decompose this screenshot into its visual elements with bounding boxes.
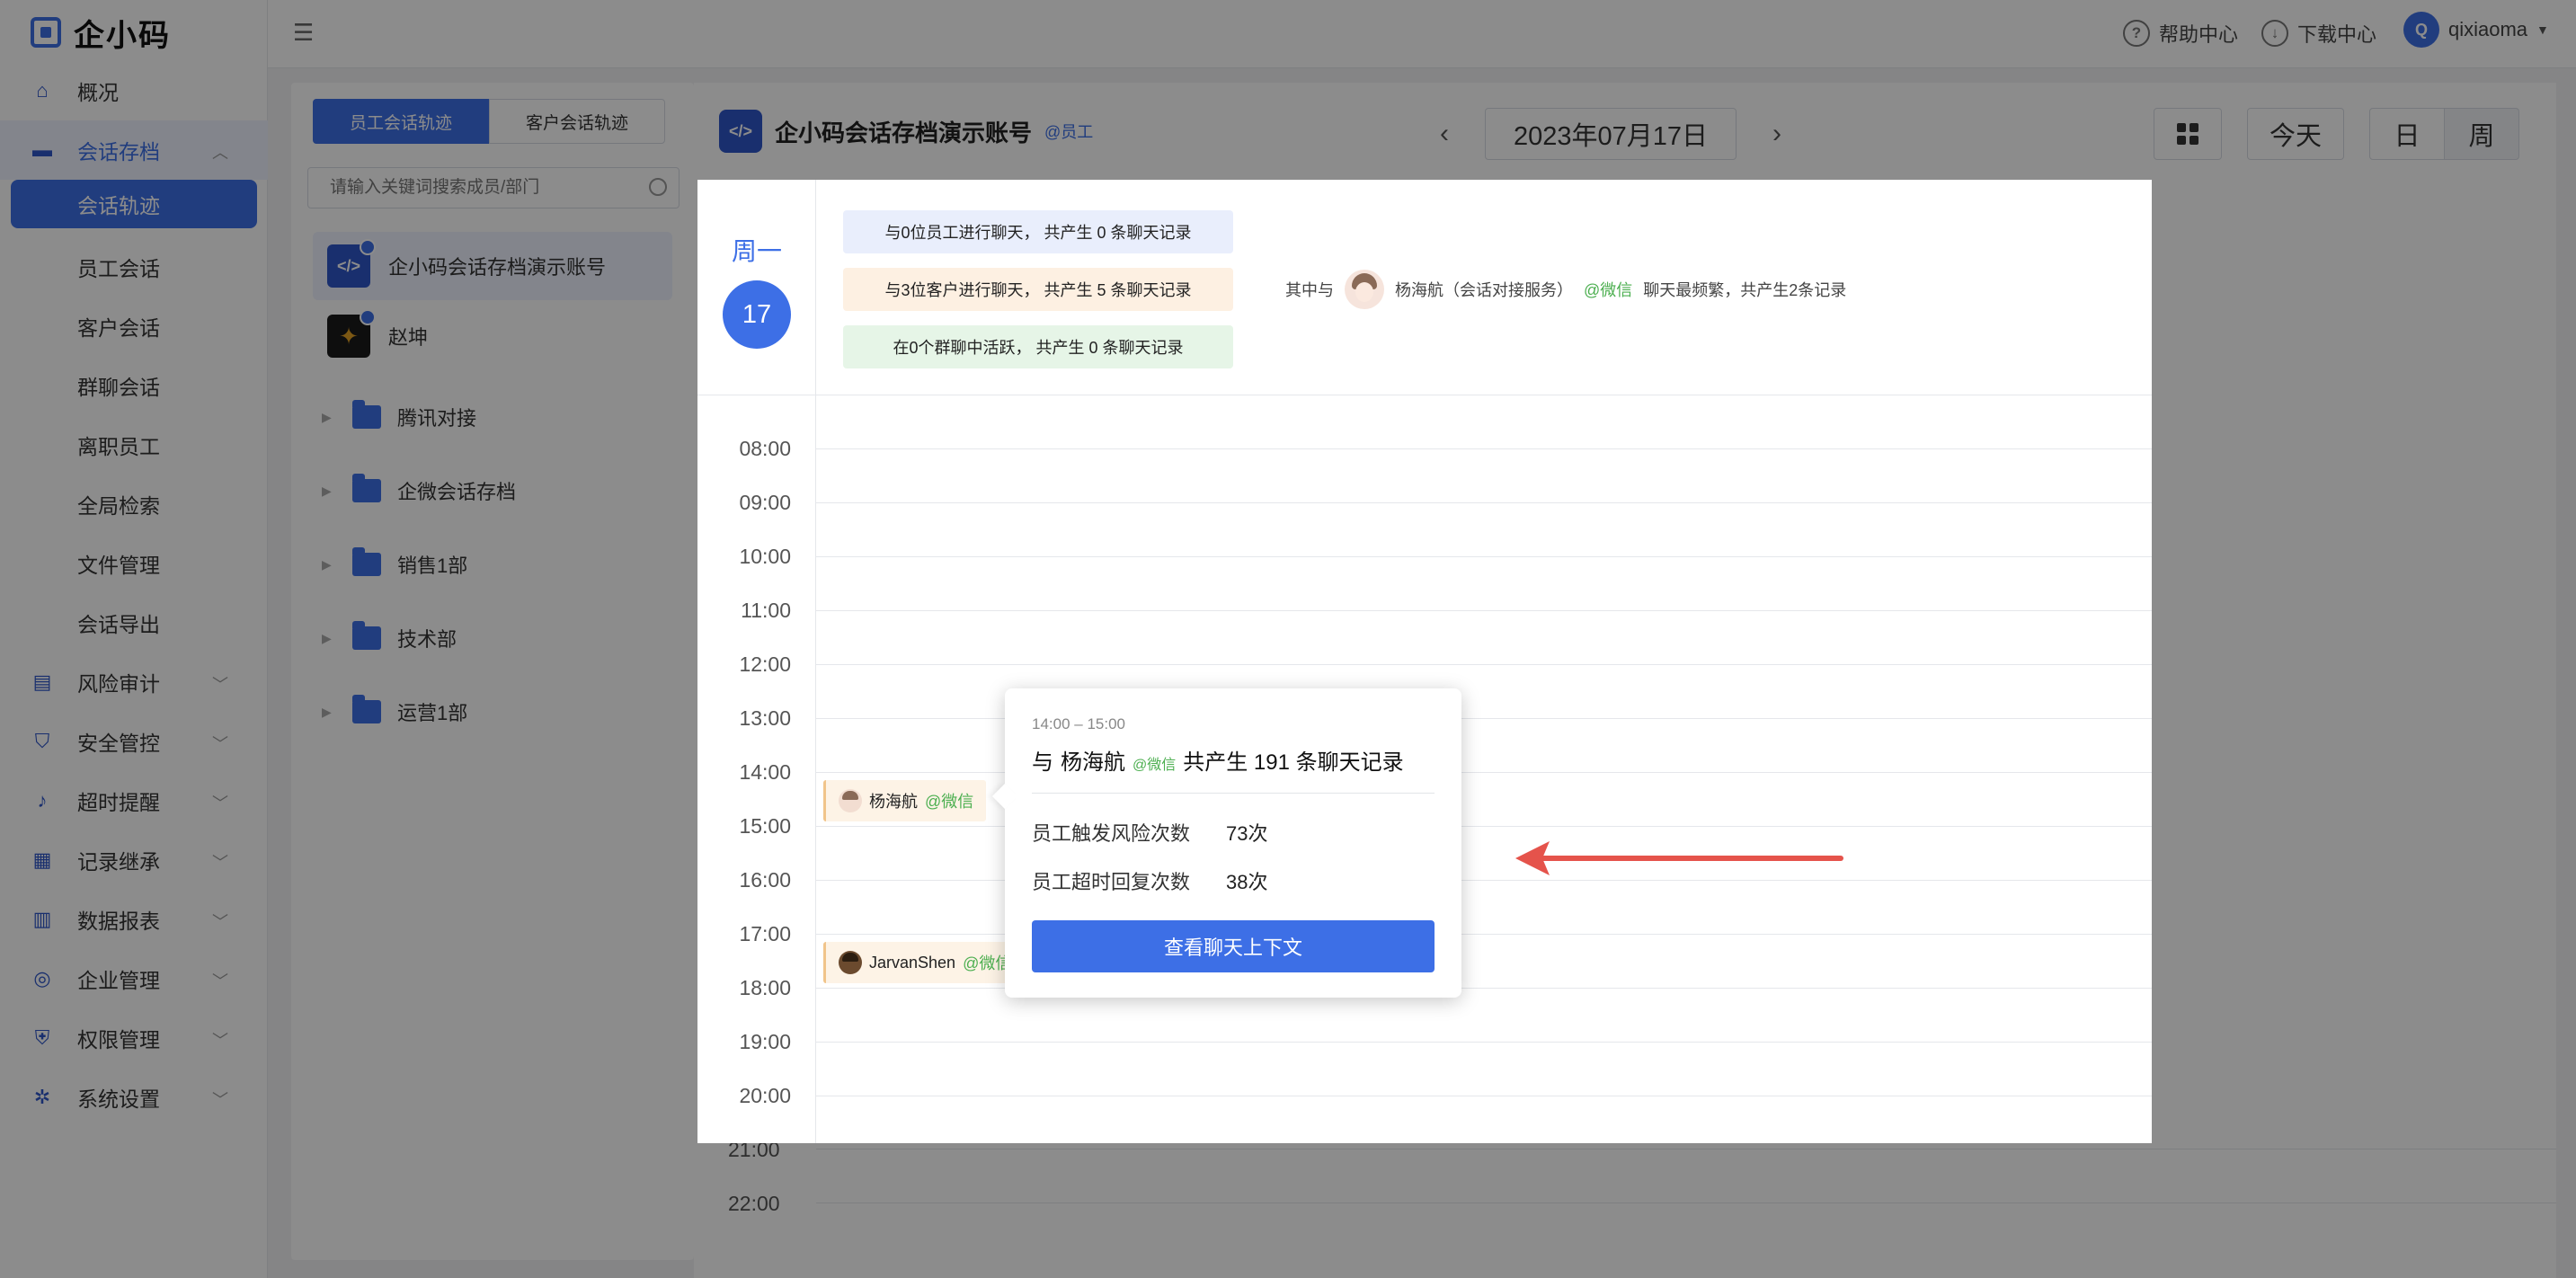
time-label: 19:00 <box>739 1030 791 1053</box>
chat-detail-popover: 14:00 – 15:00 与 杨海航 @微信 共产生 191 条聊天记录 员工… <box>1005 688 1461 998</box>
time-label: 18:00 <box>739 976 791 999</box>
day-number-badge: 17 <box>723 280 791 349</box>
time-label: 12:00 <box>739 652 791 676</box>
wechat-tag: @微信 <box>1133 758 1177 773</box>
popover-title: 与 杨海航 @微信 共产生 191 条聊天记录 <box>1032 744 1404 776</box>
time-label: 09:00 <box>739 491 791 514</box>
day-calendar-card: 周一 17 与0位员工进行聊天， 共产生 0 条聊天记录 与3位客户进行聊天， … <box>697 180 2152 1143</box>
hour-gridline <box>816 610 2152 611</box>
most-frequent-contact: 其中与 杨海航（会话对接服务） @微信 聊天最频繁，共产生2条记录 <box>1285 270 1846 309</box>
time-axis: 08:00 09:00 10:00 11:00 12:00 13:00 14:0… <box>697 395 816 1143</box>
time-label: 10:00 <box>739 545 791 568</box>
day-header: 周一 17 <box>697 180 816 395</box>
time-label: 16:00 <box>739 868 791 892</box>
time-label: 11:00 <box>741 599 791 622</box>
time-label: 14:00 <box>739 760 791 784</box>
time-label: 17:00 <box>739 922 791 945</box>
time-label: 08:00 <box>739 437 791 460</box>
annotation-arrow-icon <box>1515 841 1843 875</box>
time-label: 13:00 <box>739 706 791 730</box>
employee-chat-summary: 与0位员工进行聊天， 共产生 0 条聊天记录 <box>843 210 1233 253</box>
weekday-label: 周一 <box>731 237 782 265</box>
risk-trigger-stat: 员工触发风险次数 73次 <box>1032 822 1268 845</box>
contact-avatar <box>839 789 862 812</box>
contact-name: 杨海航 <box>1061 750 1125 775</box>
contact-name[interactable]: 杨海航（会话对接服务） <box>1395 278 1573 301</box>
hour-gridline <box>816 502 2152 503</box>
customer-chat-summary: 与3位客户进行聊天， 共产生 5 条聊天记录 <box>843 268 1233 311</box>
view-chat-context-button[interactable]: 查看聊天上下文 <box>1032 920 1435 972</box>
hour-gridline <box>816 1042 2152 1043</box>
divider <box>1032 793 1435 794</box>
contact-avatar <box>1345 270 1384 309</box>
contact-avatar <box>839 951 862 974</box>
hour-gridline <box>816 664 2152 665</box>
time-label: 20:00 <box>739 1084 791 1107</box>
group-chat-summary: 在0个群聊中活跃， 共产生 0 条聊天记录 <box>843 325 1233 368</box>
chat-event[interactable]: JarvanShen @微信 <box>823 942 1025 983</box>
timeout-reply-stat: 员工超时回复次数 38次 <box>1032 871 1268 893</box>
popover-time-range: 14:00 – 15:00 <box>1032 715 1125 732</box>
wechat-tag: @微信 <box>1584 281 1633 299</box>
daily-summary: 与0位员工进行聊天， 共产生 0 条聊天记录 与3位客户进行聊天， 共产生 5 … <box>816 180 2152 395</box>
time-label: 15:00 <box>739 814 791 838</box>
hour-gridline <box>816 448 2152 449</box>
chat-event[interactable]: 杨海航 @微信 <box>823 780 987 821</box>
hour-gridline <box>816 556 2152 557</box>
